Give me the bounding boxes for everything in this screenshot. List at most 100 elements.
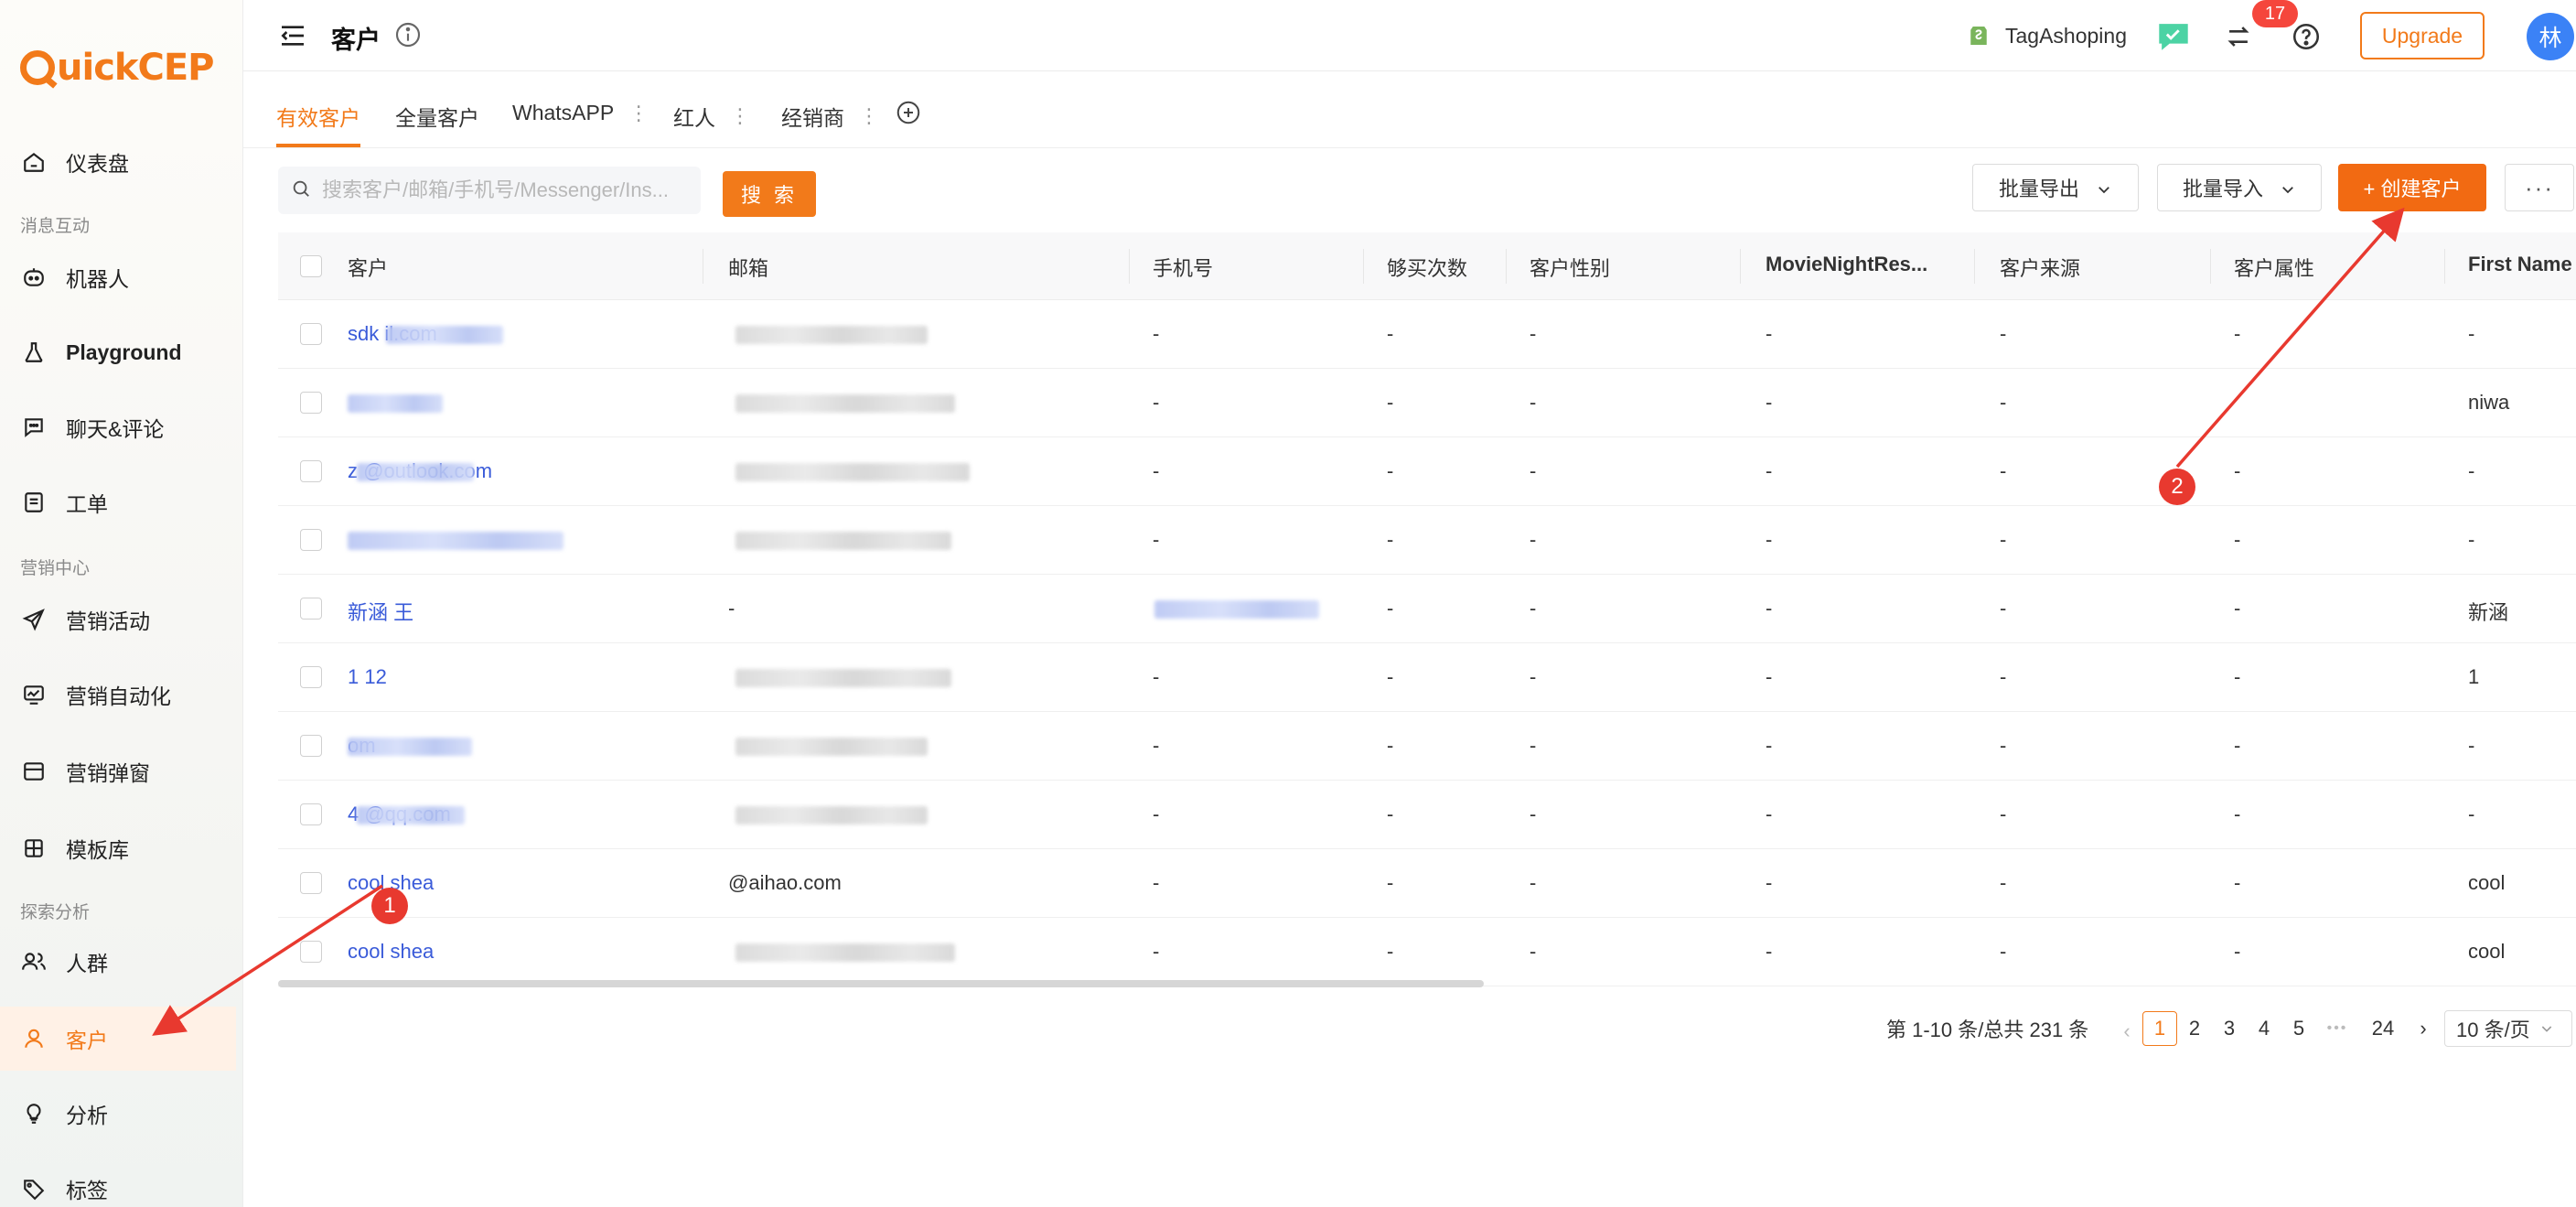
redacted-text xyxy=(735,669,951,687)
table-row[interactable]: 4 @qq.com------- xyxy=(278,781,2576,849)
avatar[interactable]: 林 xyxy=(2527,13,2574,60)
tab-more-icon[interactable]: ⋮ xyxy=(859,104,879,128)
row-checkbox[interactable] xyxy=(300,735,322,757)
table-row[interactable]: cool shea @aihao.com - - - - - - cool xyxy=(278,849,2576,918)
column-divider[interactable] xyxy=(1363,249,1364,284)
table-row[interactable]: - - - - - niwa xyxy=(278,369,2576,437)
column-divider[interactable] xyxy=(1129,249,1130,284)
cell-attr: - xyxy=(2234,322,2241,345)
column-divider[interactable] xyxy=(1506,249,1507,284)
create-customer-button[interactable]: + 创建客户 xyxy=(2338,164,2486,211)
search-button[interactable]: 搜 索 xyxy=(723,171,816,217)
sidebar-item-segments[interactable]: 人群 xyxy=(0,930,236,994)
tag-icon xyxy=(20,1175,48,1202)
customer-name-link[interactable]: 新涵 王 xyxy=(348,597,413,626)
column-header[interactable]: 客户性别 xyxy=(1530,253,1610,282)
upgrade-button[interactable]: Upgrade xyxy=(2360,12,2485,59)
column-header[interactable]: First Name xyxy=(2468,253,2572,276)
tab-whatsapp[interactable]: WhatsAPP ⋮ xyxy=(512,101,649,125)
sidebar-item-popup[interactable]: 营销弹窗 xyxy=(0,739,236,803)
sidebar-item-automation[interactable]: 营销自动化 xyxy=(0,663,236,727)
tab-all-customers[interactable]: 全量客户 xyxy=(395,101,479,132)
column-divider[interactable] xyxy=(1740,249,1741,284)
info-icon[interactable] xyxy=(393,20,423,49)
tab-influencers[interactable]: 红人 ⋮ xyxy=(673,101,750,132)
cell-movie: - xyxy=(1766,459,1773,482)
next-page-icon[interactable]: › xyxy=(2406,1011,2441,1046)
column-header[interactable]: 客户属性 xyxy=(2234,253,2314,282)
sidebar-item-robot[interactable]: 机器人 xyxy=(0,245,236,309)
column-header[interactable]: 手机号 xyxy=(1153,253,1213,282)
tab-distributors[interactable]: 经销商 ⋮ xyxy=(781,101,879,132)
bulk-import-dropdown[interactable]: 批量导入 xyxy=(2157,164,2322,211)
page-ellipsis[interactable]: ••• xyxy=(2320,1011,2355,1046)
column-header[interactable]: 客户 xyxy=(348,253,388,282)
page-size-select[interactable]: 10 条/页 xyxy=(2444,1010,2572,1047)
column-divider[interactable] xyxy=(1974,249,1975,284)
cell-count: - xyxy=(1387,459,1394,482)
shopify-icon[interactable] xyxy=(1965,22,1992,49)
table-row[interactable]: 1 12 - - - - - - 1 xyxy=(278,643,2576,712)
sidebar-item-tags[interactable]: 标签 xyxy=(0,1157,236,1207)
table-row[interactable]: sdk il.com------- xyxy=(278,300,2576,369)
tab-active-customers[interactable]: 有效客户 xyxy=(276,101,360,132)
sidebar-item-dashboard[interactable]: 仪表盘 xyxy=(0,130,236,194)
row-checkbox[interactable] xyxy=(300,941,322,963)
sidebar-item-campaign[interactable]: 营销活动 xyxy=(0,587,236,652)
column-divider[interactable] xyxy=(2444,249,2445,284)
switch-icon[interactable] xyxy=(2223,21,2254,52)
sidebar-item-templates[interactable]: 模板库 xyxy=(0,816,236,880)
table-row[interactable]: ------- xyxy=(278,506,2576,575)
row-checkbox[interactable] xyxy=(300,323,322,345)
row-checkbox[interactable] xyxy=(300,529,322,551)
select-all-checkbox[interactable] xyxy=(300,255,322,277)
page-button[interactable]: 5 xyxy=(2281,1011,2316,1046)
customer-name-link[interactable]: cool shea xyxy=(348,940,434,964)
cell-first: - xyxy=(2468,459,2475,482)
tab-more-icon[interactable]: ⋮ xyxy=(730,104,750,128)
more-actions-button[interactable]: ··· xyxy=(2505,164,2574,211)
tab-more-icon[interactable]: ⋮ xyxy=(628,102,649,125)
page-button-current[interactable]: 1 xyxy=(2142,1011,2177,1046)
row-checkbox[interactable] xyxy=(300,872,322,894)
row-checkbox[interactable] xyxy=(300,392,322,414)
search-field[interactable] xyxy=(278,167,701,214)
row-checkbox[interactable] xyxy=(300,803,322,825)
message-icon[interactable] xyxy=(2155,18,2192,53)
cell-email: - xyxy=(728,597,735,620)
sidebar-item-analysis[interactable]: 分析 xyxy=(0,1082,236,1146)
column-divider[interactable] xyxy=(2210,249,2211,284)
table-row[interactable]: z @outlook.com------- xyxy=(278,437,2576,506)
prev-page-icon[interactable]: ‹ xyxy=(2109,1014,2144,1049)
sidebar-item-ticket[interactable]: 工单 xyxy=(0,470,236,534)
customer-name-link[interactable]: 1 12 xyxy=(348,665,387,689)
collapse-menu-icon[interactable] xyxy=(278,21,307,50)
table-row[interactable]: cool shea - - - - - - cool xyxy=(278,918,2576,986)
row-checkbox[interactable] xyxy=(300,460,322,482)
sidebar-item-playground[interactable]: Playground xyxy=(0,320,236,384)
bulk-export-dropdown[interactable]: 批量导出 xyxy=(1972,164,2139,211)
column-header[interactable]: 邮箱 xyxy=(728,253,768,282)
horizontal-scrollbar[interactable] xyxy=(278,980,1484,987)
add-tab-icon[interactable] xyxy=(895,99,922,126)
redacted-text xyxy=(348,738,472,756)
quickcep-logo[interactable]: uickCEP xyxy=(20,44,214,92)
robot-icon xyxy=(20,264,48,291)
page-button[interactable]: 4 xyxy=(2247,1011,2281,1046)
sidebar-item-customers[interactable]: 客户 xyxy=(0,1007,236,1071)
row-checkbox[interactable] xyxy=(300,598,322,620)
page-button[interactable]: 2 xyxy=(2177,1011,2212,1046)
page-button[interactable]: 3 xyxy=(2212,1011,2247,1046)
column-header[interactable]: MovieNightRes... xyxy=(1766,253,1927,276)
column-header[interactable]: 客户来源 xyxy=(2000,253,2080,282)
help-icon[interactable] xyxy=(2291,21,2322,52)
sidebar-item-chat[interactable]: 聊天&评论 xyxy=(0,395,236,459)
shop-name[interactable]: TagAshoping xyxy=(2005,24,2127,48)
page-button[interactable]: 24 xyxy=(2366,1011,2400,1046)
search-input[interactable] xyxy=(322,178,688,202)
row-checkbox[interactable] xyxy=(300,666,322,688)
table-row[interactable]: om------- xyxy=(278,712,2576,781)
column-header[interactable]: 够买次数 xyxy=(1387,253,1467,282)
table-row[interactable]: 新涵 王 - - - - - - 新涵 xyxy=(278,575,2576,643)
cell-source: - xyxy=(2000,665,2007,688)
